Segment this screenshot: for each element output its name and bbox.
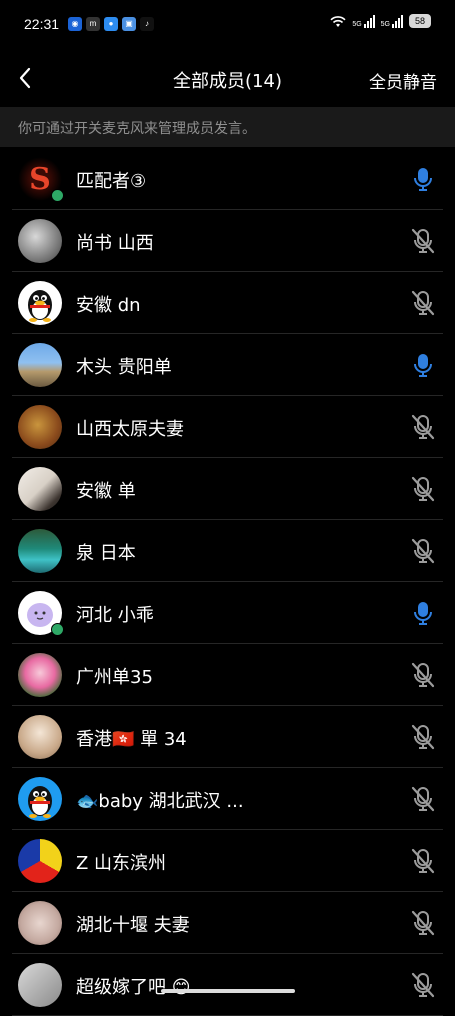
signal-label: 5G: [352, 20, 362, 28]
pink-lotus-avatar[interactable]: [18, 653, 62, 697]
app-notification-icon: ◉: [68, 17, 82, 31]
tiktok-notification-icon: ♪: [140, 17, 154, 31]
member-name: 安徽 单: [76, 481, 136, 502]
microphone-muted-icon[interactable]: [410, 971, 436, 999]
status-app-icons: ◉ m ● ▣ ♪: [68, 17, 154, 31]
member-row[interactable]: 山西太原夫妻: [0, 396, 455, 458]
toy-figure-avatar[interactable]: [18, 715, 62, 759]
gray-photo-avatar[interactable]: [18, 219, 62, 263]
member-name: 木头 贵阳单: [76, 357, 172, 378]
hint-banner: 你可通过开关麦克风来管理成员发言。: [0, 107, 455, 147]
microphone-muted-icon[interactable]: [410, 909, 436, 937]
app-notification-icon: m: [86, 17, 100, 31]
hint-text: 你可通过开关麦克风来管理成员发言。: [18, 121, 256, 137]
microphone-on-icon[interactable]: [410, 599, 436, 627]
food-plate-avatar[interactable]: [18, 405, 62, 449]
microphone-muted-icon[interactable]: [410, 289, 436, 317]
microphone-muted-icon[interactable]: [410, 847, 436, 875]
qq-penguin-avatar[interactable]: [18, 281, 62, 325]
member-row[interactable]: 河北 小乖: [0, 582, 455, 644]
microphone-muted-icon[interactable]: [410, 413, 436, 441]
battery-icon: 58: [409, 14, 431, 28]
microphone-muted-icon[interactable]: [410, 537, 436, 565]
member-name: 超级嫁了吧 😊: [76, 977, 191, 998]
member-row[interactable]: 泉 日本: [0, 520, 455, 582]
member-row[interactable]: 尚书 山西: [0, 210, 455, 272]
member-name: 匹配者③: [76, 171, 147, 192]
mute-all-button[interactable]: 全员静音: [369, 68, 437, 93]
microphone-muted-icon[interactable]: [410, 723, 436, 751]
microphone-on-icon[interactable]: [410, 351, 436, 379]
signal-icon: 5G: [380, 14, 403, 28]
microphone-muted-icon[interactable]: [410, 785, 436, 813]
member-row[interactable]: 香港🇭🇰 單 34: [0, 706, 455, 768]
member-name: 山西太原夫妻: [76, 419, 184, 440]
home-indicator[interactable]: [161, 989, 295, 993]
microphone-on-icon[interactable]: [410, 165, 436, 193]
member-list: S 匹配者③ 尚书 山西安徽 dn 木头 贵阳单 山西太原夫妻 安徽 单泉 日本河北 小乖…: [0, 148, 455, 1016]
member-name: 河北 小乖: [76, 605, 154, 626]
member-name: 尚书 山西: [76, 233, 154, 254]
qq-penguin-blue-avatar[interactable]: [18, 777, 62, 821]
gray-photo-avatar-2[interactable]: [18, 963, 62, 1007]
member-row[interactable]: 安徽 dn: [0, 272, 455, 334]
tricolor-avatar[interactable]: [18, 839, 62, 883]
member-row[interactable]: 安徽 单: [0, 458, 455, 520]
online-badge-icon: [51, 623, 64, 636]
blue-sky-building-avatar[interactable]: [18, 343, 62, 387]
microphone-muted-icon[interactable]: [410, 227, 436, 255]
member-name: 广州单35: [76, 667, 153, 688]
person-photo-avatar[interactable]: [18, 467, 62, 511]
member-name: Z 山东滨州: [76, 853, 167, 874]
online-badge-icon: [51, 189, 64, 202]
signal-icon: 5G: [352, 14, 375, 28]
member-name: 🐟baby 湖北武汉 ...: [76, 791, 244, 812]
member-name: 泉 日本: [76, 543, 136, 564]
app-notification-icon: ▣: [122, 17, 136, 31]
status-time: 22:31: [24, 16, 60, 32]
member-row[interactable]: 湖北十堰 夫妻: [0, 892, 455, 954]
member-name: 香港🇭🇰 單 34: [76, 729, 187, 750]
skin-photo-avatar[interactable]: [18, 901, 62, 945]
member-row[interactable]: 广州单35: [0, 644, 455, 706]
qq-notification-icon: ●: [104, 17, 118, 31]
wifi-icon: [330, 15, 346, 27]
member-name: 湖北十堰 夫妻: [76, 915, 190, 936]
member-row[interactable]: S 匹配者③: [0, 148, 455, 210]
member-name: 安徽 dn: [76, 295, 141, 316]
signal-label: 5G: [380, 20, 390, 28]
lake-landscape-avatar[interactable]: [18, 529, 62, 573]
status-indicators: 5G 5G 58: [330, 14, 431, 28]
status-bar: 22:31 ◉ m ● ▣ ♪ 5G 5G 58: [0, 0, 455, 50]
member-row[interactable]: 木头 贵阳单: [0, 334, 455, 396]
microphone-muted-icon[interactable]: [410, 475, 436, 503]
nav-bar: 全部成员(14) 全员静音: [0, 56, 455, 102]
microphone-muted-icon[interactable]: [410, 661, 436, 689]
member-row[interactable]: 超级嫁了吧 😊: [0, 954, 455, 1016]
member-row[interactable]: 🐟baby 湖北武汉 ...: [0, 768, 455, 830]
member-row[interactable]: Z 山东滨州: [0, 830, 455, 892]
